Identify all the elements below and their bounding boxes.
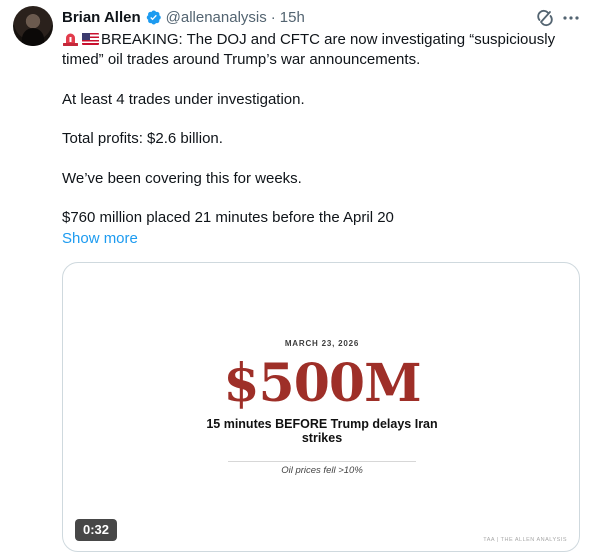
us-flag-emoji-icon: [82, 33, 99, 45]
tweet-header: Brian Allen @allenanalysis · 15h: [62, 7, 305, 27]
media-amount: $500M: [223, 353, 421, 414]
tweet-line-3: Total profits: $2.6 billion.: [62, 130, 223, 147]
media-date: MARCH 23, 2026: [284, 339, 360, 348]
tweet-line-2: At least 4 trades under investigation.: [62, 91, 305, 108]
more-options-icon[interactable]: [561, 8, 581, 28]
media-watermark: TAA | THE ALLEN ANALYSIS: [483, 537, 567, 543]
video-media[interactable]: MARCH 23, 2026 $500M 15 minutes BEFORE T…: [62, 262, 580, 552]
video-duration-badge: 0:32: [75, 519, 118, 541]
tweet-line-4: We’ve been covering this for weeks.: [62, 170, 302, 187]
grok-icon[interactable]: [535, 8, 555, 28]
author-name[interactable]: Brian Allen: [62, 9, 141, 26]
media-note: Oil prices fell >10%: [281, 465, 363, 476]
author-handle[interactable]: @allenanalysis: [166, 9, 267, 26]
siren-emoji-icon: [62, 31, 79, 46]
tweet-text: BREAKING: The DOJ and CFTC are now inves…: [62, 30, 582, 228]
verified-badge-icon[interactable]: [145, 9, 162, 26]
media-headline: 15 minutes BEFORE Trump delays Iran stri…: [206, 417, 438, 445]
tweet[interactable]: Brian Allen @allenanalysis · 15h BREAKIN…: [0, 0, 594, 554]
separator-dot: ·: [270, 8, 276, 26]
tweet-line-breaking: BREAKING: The DOJ and CFTC are now inves…: [62, 30, 582, 70]
tweet-line-5: $760 million placed 21 minutes before th…: [62, 209, 394, 226]
avatar[interactable]: [13, 6, 53, 46]
timestamp[interactable]: 15h: [280, 9, 305, 26]
show-more-link[interactable]: Show more: [62, 230, 138, 247]
tweet-line-1: BREAKING: The DOJ and CFTC are now inves…: [62, 31, 560, 68]
media-divider: [228, 461, 416, 462]
